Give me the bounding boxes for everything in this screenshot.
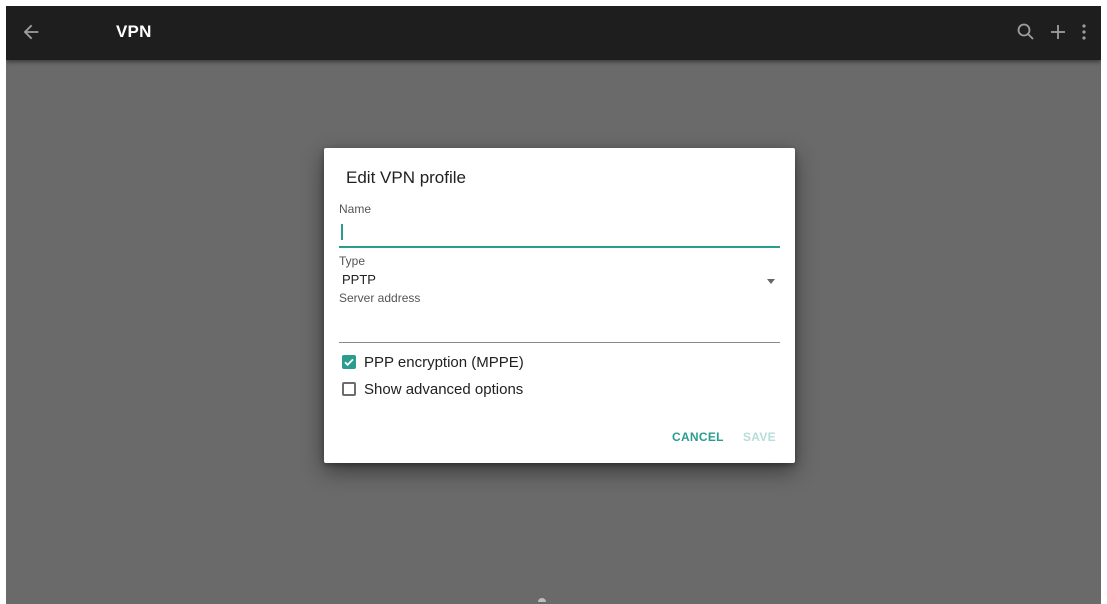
save-button[interactable]: SAVE — [743, 430, 776, 444]
server-address-label: Server address — [339, 291, 421, 305]
more-vert-icon[interactable] — [1072, 20, 1096, 44]
app-bar: VPN — [6, 6, 1101, 60]
mppe-label[interactable]: PPP encryption (MPPE) — [364, 354, 524, 371]
type-select[interactable]: PPTP — [342, 272, 376, 287]
checkbox-checked-icon[interactable] — [342, 355, 356, 369]
server-address-input[interactable] — [339, 316, 780, 343]
dialog-title: Edit VPN profile — [346, 168, 466, 187]
page-title: VPN — [116, 22, 152, 41]
home-indicator — [538, 598, 546, 602]
search-icon[interactable] — [1014, 20, 1038, 44]
dropdown-arrow-icon[interactable] — [767, 279, 775, 284]
name-input[interactable] — [339, 220, 780, 248]
edit-vpn-dialog: Edit VPN profile Name Type PPTP Server a… — [324, 148, 795, 463]
advanced-options-label[interactable]: Show advanced options — [364, 381, 523, 398]
text-cursor — [341, 224, 343, 240]
cancel-button[interactable]: CANCEL — [672, 430, 724, 444]
checkbox-unchecked-icon[interactable] — [342, 382, 356, 396]
add-icon[interactable] — [1046, 20, 1070, 44]
name-label: Name — [339, 202, 372, 216]
type-label: Type — [339, 254, 366, 268]
arrow-left-icon[interactable] — [20, 21, 42, 43]
screen: VPN Edit VPN profile Name Type PPTP Serv… — [6, 6, 1101, 604]
